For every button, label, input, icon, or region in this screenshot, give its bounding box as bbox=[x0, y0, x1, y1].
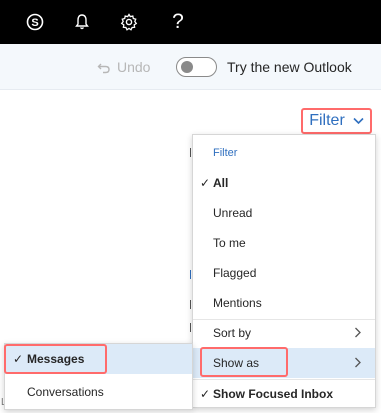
toggle-knob bbox=[181, 61, 193, 73]
filter-item-to-me[interactable]: To me bbox=[193, 228, 375, 258]
filter-item-mentions[interactable]: Mentions bbox=[193, 288, 375, 318]
filter-item-flagged[interactable]: Flagged bbox=[193, 258, 375, 288]
undo-button[interactable]: Undo bbox=[97, 57, 150, 77]
command-bar: Undo Try the new Outlook bbox=[0, 44, 381, 90]
list-fragment bbox=[190, 270, 191, 279]
list-fragment bbox=[190, 300, 191, 309]
help-icon[interactable]: ? bbox=[163, 8, 193, 36]
chevron-right-icon bbox=[354, 356, 361, 371]
chevron-right-icon bbox=[354, 326, 361, 341]
filter-item-all[interactable]: ✓ All bbox=[193, 168, 375, 198]
submenu-item-label: Conversations bbox=[27, 385, 104, 399]
bell-icon[interactable] bbox=[67, 8, 97, 36]
sort-by-label: Sort by bbox=[213, 326, 252, 340]
filter-menu-header: Filter bbox=[213, 147, 238, 159]
show-focused-inbox-item[interactable]: ✓ Show Focused Inbox bbox=[193, 379, 375, 409]
chevron-down-icon bbox=[353, 114, 364, 128]
new-outlook-toggle[interactable] bbox=[176, 57, 217, 77]
show-focused-label: Show Focused Inbox bbox=[213, 387, 334, 401]
list-fragment bbox=[190, 148, 191, 157]
checkmark-icon: ✓ bbox=[200, 387, 211, 401]
filter-item-label: All bbox=[213, 176, 229, 190]
filter-button[interactable]: Filter bbox=[301, 108, 372, 134]
filter-item-label: Mentions bbox=[213, 296, 262, 310]
messages-highlight-annotation bbox=[4, 344, 107, 374]
filter-button-label: Filter bbox=[309, 112, 345, 129]
skype-icon[interactable]: S bbox=[20, 8, 50, 36]
filter-item-label: To me bbox=[213, 236, 246, 250]
app-frame: S ? Undo Try the new Outlook Filter Filt… bbox=[0, 0, 381, 413]
show-as-highlight-annotation bbox=[200, 347, 288, 377]
filter-item-label: Unread bbox=[213, 206, 253, 220]
gear-icon[interactable] bbox=[114, 8, 144, 36]
sort-by-item[interactable]: Sort by bbox=[193, 318, 375, 348]
filter-item-unread[interactable]: Unread bbox=[193, 198, 375, 228]
checkmark-icon: ✓ bbox=[200, 176, 211, 190]
undo-label: Undo bbox=[117, 59, 151, 75]
svg-text:S: S bbox=[31, 17, 38, 29]
list-fragment bbox=[190, 323, 191, 332]
try-new-outlook-label[interactable]: Try the new Outlook bbox=[227, 59, 352, 75]
submenu-item-conversations[interactable]: Conversations bbox=[5, 377, 192, 407]
filter-item-label: Flagged bbox=[213, 266, 257, 280]
undo-icon bbox=[97, 63, 110, 74]
top-bar: S ? bbox=[0, 0, 381, 44]
